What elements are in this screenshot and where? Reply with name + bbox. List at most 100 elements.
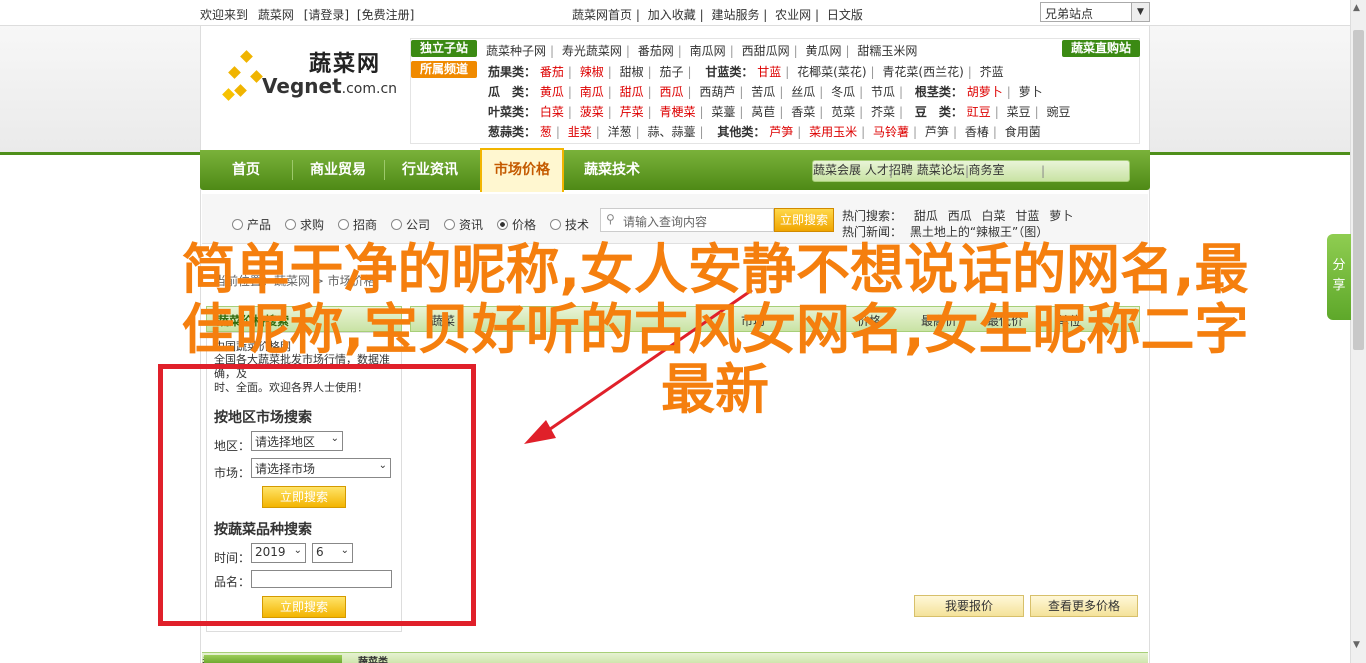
category-link[interactable]: 花椰菜(菜花) — [797, 65, 866, 79]
category-link[interactable]: 辣椒 — [580, 65, 604, 79]
category-link[interactable]: 节瓜 — [871, 85, 895, 99]
category-link[interactable]: 甜瓜 — [620, 85, 644, 99]
category-link[interactable]: 芦笋 — [769, 125, 793, 139]
category-link[interactable]: 苦瓜 — [751, 85, 775, 99]
search-type-invest[interactable]: 招商 — [338, 216, 377, 233]
top-link-sep: | — [699, 8, 704, 22]
sister-site-select[interactable]: 兄弟站点 ▼ — [1040, 2, 1150, 22]
category-link[interactable]: 食用菌 — [1005, 125, 1041, 139]
search-icon: ⚲ — [606, 212, 615, 226]
share-button[interactable]: 分享 — [1327, 234, 1351, 320]
category-link[interactable]: 南瓜 — [580, 85, 604, 99]
search-input[interactable]: ⚲ 请输入查询内容 — [600, 208, 774, 232]
scroll-down-icon[interactable]: ▼ — [1353, 640, 1360, 650]
category-link[interactable]: 菜薹 — [711, 105, 735, 119]
search-type-buy[interactable]: 求购 — [285, 216, 324, 233]
category-link[interactable]: 西葫芦 — [699, 85, 735, 99]
category-link[interactable]: 菜用玉米 — [809, 125, 857, 139]
login-link[interactable]: [请登录] — [304, 8, 349, 22]
subsite-link[interactable]: 西甜瓜网 — [742, 44, 790, 58]
subsite-link[interactable]: 南瓜网 — [690, 44, 726, 58]
nav-news[interactable]: 行业资讯 — [385, 150, 475, 190]
subsite-link[interactable]: 黄瓜网 — [805, 44, 841, 58]
category-link[interactable]: 青花菜(西兰花) — [882, 65, 963, 79]
category-link[interactable]: 莴苣 — [751, 105, 775, 119]
logo-en-text: Vegnet.com.cn — [262, 74, 398, 98]
subnav-office[interactable]: 商务室 — [969, 163, 1005, 177]
category-link[interactable]: 芦笋 — [925, 125, 949, 139]
subsite-link[interactable]: 番茄网 — [638, 44, 674, 58]
category-link[interactable]: 芥菜 — [871, 105, 895, 119]
category-link[interactable]: 马铃薯 — [873, 125, 909, 139]
hot-news-label: 热门新闻： — [842, 225, 903, 239]
category-link[interactable]: 蒜、蒜薹 — [648, 125, 696, 139]
top-link-jp[interactable]: 日文版 — [827, 8, 863, 22]
category-link[interactable]: 甘蓝 — [757, 65, 781, 79]
scrollbar-thumb[interactable] — [1353, 30, 1364, 350]
bottom-category-strip: 蔬菜类 番茄 辣椒 甜椒 茄子 — [202, 652, 1148, 663]
nav-tech[interactable]: 蔬菜技术 — [566, 150, 658, 190]
category-link[interactable]: 葱 — [540, 125, 552, 139]
direct-purchase-link[interactable]: 蔬菜直购站 — [1062, 40, 1140, 57]
category-link[interactable]: 西瓜 — [660, 85, 684, 99]
hot-search-link[interactable]: 西瓜 — [948, 209, 972, 223]
subnav-expo[interactable]: 蔬菜会展 — [813, 163, 861, 177]
search-type-tech[interactable]: 技术 — [550, 216, 589, 233]
search-type-company[interactable]: 公司 — [391, 216, 430, 233]
report-price-button[interactable]: 我要报价 — [914, 595, 1024, 617]
category-link[interactable]: 菜豆 — [1007, 105, 1031, 119]
subsite-links: 蔬菜种子网 | 寿光蔬菜网 | 番茄网 | 南瓜网 | 西甜瓜网 | 黄瓜网 | 甜糯玉米网 — [486, 44, 918, 58]
top-link-fav[interactable]: 加入收藏 — [648, 8, 696, 22]
category-link[interactable]: 萝卜 — [1019, 85, 1043, 99]
search-type-product[interactable]: 产品 — [232, 216, 271, 233]
category-link[interactable]: 豇豆 — [967, 105, 991, 119]
category-link[interactable]: 洋葱 — [608, 125, 632, 139]
more-prices-button[interactable]: 查看更多价格 — [1030, 595, 1138, 617]
category-link[interactable]: 芥蓝 — [980, 65, 1004, 79]
category-link[interactable]: 菠菜 — [580, 105, 604, 119]
category-link[interactable]: 香菜 — [791, 105, 815, 119]
tag-independent-subsite: 独立子站 — [411, 40, 477, 57]
subnav-forum[interactable]: 蔬菜论坛 — [917, 163, 965, 177]
search-type-info[interactable]: 资讯 — [444, 216, 483, 233]
subsite-link[interactable]: 蔬菜种子网 — [486, 44, 546, 58]
category-link[interactable]: 番茄 — [540, 65, 564, 79]
top-link-sep: | — [763, 8, 768, 22]
nav-trade[interactable]: 商业贸易 — [293, 150, 383, 190]
category-link[interactable]: 胡萝卜 — [967, 85, 1003, 99]
category-link[interactable]: 茄子 — [660, 65, 684, 79]
top-link-build[interactable]: 建站服务 — [711, 8, 759, 22]
category-link[interactable]: 丝瓜 — [791, 85, 815, 99]
category-link[interactable]: 豌豆 — [1046, 105, 1070, 119]
category-link[interactable]: 韭菜 — [568, 125, 592, 139]
category-link[interactable]: 芹菜 — [620, 105, 644, 119]
subsite-link[interactable]: 甜糯玉米网 — [857, 44, 917, 58]
radio-icon — [338, 219, 349, 230]
hot-search-link[interactable]: 白菜 — [982, 209, 1006, 223]
top-link-home[interactable]: 蔬菜网首页 — [572, 8, 632, 22]
nav-market-price[interactable]: 市场价格 — [480, 148, 564, 192]
category-link[interactable]: 冬瓜 — [831, 85, 855, 99]
hot-search-link[interactable]: 甜瓜 — [914, 209, 938, 223]
nav-home[interactable]: 首页 — [200, 150, 292, 190]
category-link[interactable]: 青梗菜 — [660, 105, 696, 119]
category-link[interactable]: 香椿 — [965, 125, 989, 139]
category-row-leaf: 叶菜类： 白菜 | 菠菜 | 芹菜 | 青梗菜 | 菜薹 | 莴苣 | 香菜 | 苋菜 | 芥菜… — [488, 105, 1071, 119]
top-link-agri[interactable]: 农业网 — [775, 8, 811, 22]
search-button[interactable]: 立即搜索 — [774, 208, 834, 232]
register-link[interactable]: [免费注册] — [357, 8, 414, 22]
subsite-link[interactable]: 寿光蔬菜网 — [562, 44, 622, 58]
category-link[interactable]: 苋菜 — [831, 105, 855, 119]
category-link[interactable]: 黄瓜 — [540, 85, 564, 99]
hot-search-link[interactable]: 萝卜 — [1049, 209, 1073, 223]
category-link[interactable]: 白菜 — [540, 105, 564, 119]
scroll-up-icon[interactable]: ▲ — [1353, 3, 1360, 13]
site-home-link[interactable]: 蔬菜网 — [258, 8, 294, 22]
site-logo[interactable]: 蔬菜网 Vegnet.com.cn — [212, 38, 400, 118]
category-link[interactable]: 甜椒 — [620, 65, 644, 79]
hot-news-link[interactable]: 黑土地上的“辣椒王”（图） — [910, 225, 1048, 239]
search-type-price[interactable]: 价格 — [497, 216, 536, 233]
page-scrollbar[interactable]: ▲ ▼ — [1350, 0, 1366, 663]
hot-search-link[interactable]: 甘蓝 — [1015, 209, 1039, 223]
category-row-melon: 瓜 类： 黄瓜 | 南瓜 | 甜瓜 | 西瓜 | 西葫芦 | 苦瓜 | 丝瓜 | 冬瓜 | 节瓜… — [488, 85, 1043, 99]
